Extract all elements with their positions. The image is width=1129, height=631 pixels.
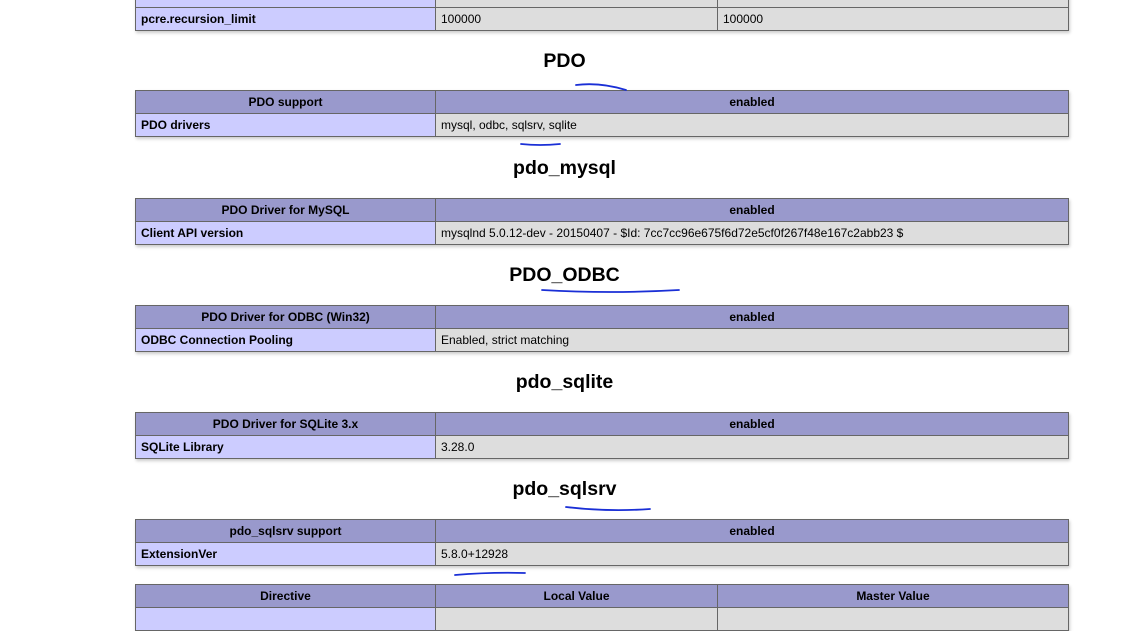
pdo-odbc-title-underline	[541, 289, 680, 293]
pdo-sqlsrv-directives-table: Directive Local Value Master Value	[135, 584, 1069, 631]
table-header-row: PDO Driver for SQLite 3.x enabled	[135, 412, 1069, 436]
header-value: enabled	[435, 519, 1069, 543]
table-row	[135, 607, 1069, 631]
row-value: 3.28.0	[435, 435, 1069, 459]
table-header-row: PDO Driver for ODBC (Win32) enabled	[135, 305, 1069, 329]
row-value: mysqlnd 5.0.12-dev - 20150407 - $Id: 7cc…	[435, 221, 1069, 245]
table-header-row: PDO support enabled	[135, 90, 1069, 114]
row-key: ExtensionVer	[135, 542, 436, 566]
header-value: enabled	[435, 305, 1069, 329]
pdo-sqlsrv-title-underline	[565, 506, 651, 512]
row-key: Client API version	[135, 221, 436, 245]
header-key: PDO support	[135, 90, 436, 114]
local-value-cell	[435, 0, 718, 8]
row-value: 5.8.0+12928	[435, 542, 1069, 566]
directive-header: Directive	[135, 584, 436, 608]
local-value-cell	[435, 607, 718, 631]
master-value-header: Master Value	[717, 584, 1069, 608]
sqlsrv-driver-underline	[520, 143, 561, 146]
pdo-sqlite-table: PDO Driver for SQLite 3.x enabled SQLite…	[135, 412, 1069, 459]
header-value: enabled	[435, 90, 1069, 114]
section-title-pdo-sqlsrv: pdo_sqlsrv	[512, 478, 617, 500]
section-title-pdo: PDO	[543, 50, 586, 72]
master-value-cell	[717, 0, 1069, 8]
pcre-directives-table: pcre.recursion_limit 100000 100000	[135, 0, 1069, 31]
table-header-row: Directive Local Value Master Value	[135, 584, 1069, 608]
row-key: ODBC Connection Pooling	[135, 328, 436, 352]
header-value: enabled	[435, 198, 1069, 222]
pdo-table: PDO support enabled PDO drivers mysql, o…	[135, 90, 1069, 137]
table-row: pcre.recursion_limit 100000 100000	[135, 7, 1069, 31]
header-key: PDO Driver for MySQL	[135, 198, 436, 222]
header-key: pdo_sqlsrv support	[135, 519, 436, 543]
table-header-row: pdo_sqlsrv support enabled	[135, 519, 1069, 543]
section-title-pdo-odbc: PDO_ODBC	[509, 264, 620, 286]
row-key: PDO drivers	[135, 113, 436, 137]
directive-cell	[135, 607, 436, 631]
header-value: enabled	[435, 412, 1069, 436]
table-row	[135, 0, 1069, 8]
table-row: ExtensionVer 5.8.0+12928	[135, 542, 1069, 566]
table-header-row: PDO Driver for MySQL enabled	[135, 198, 1069, 222]
local-value-header: Local Value	[435, 584, 718, 608]
extension-version-underline	[454, 571, 526, 576]
header-key: PDO Driver for ODBC (Win32)	[135, 305, 436, 329]
row-value: mysql, odbc, sqlsrv, sqlite	[435, 113, 1069, 137]
pdo-sqlsrv-table: pdo_sqlsrv support enabled ExtensionVer …	[135, 519, 1069, 566]
row-key: SQLite Library	[135, 435, 436, 459]
directive-cell: pcre.recursion_limit	[135, 7, 436, 31]
header-key: PDO Driver for SQLite 3.x	[135, 412, 436, 436]
pdo-odbc-table: PDO Driver for ODBC (Win32) enabled ODBC…	[135, 305, 1069, 352]
table-row: ODBC Connection Pooling Enabled, strict …	[135, 328, 1069, 352]
master-value-cell: 100000	[717, 7, 1069, 31]
section-title-pdo-sqlite: pdo_sqlite	[515, 371, 614, 393]
table-row: SQLite Library 3.28.0	[135, 435, 1069, 459]
directive-cell	[135, 0, 436, 8]
master-value-cell	[717, 607, 1069, 631]
row-value: Enabled, strict matching	[435, 328, 1069, 352]
pdo-mysql-table: PDO Driver for MySQL enabled Client API …	[135, 198, 1069, 245]
table-row: Client API version mysqlnd 5.0.12-dev - …	[135, 221, 1069, 245]
table-row: PDO drivers mysql, odbc, sqlsrv, sqlite	[135, 113, 1069, 137]
section-title-pdo-mysql: pdo_mysql	[513, 157, 616, 179]
local-value-cell: 100000	[435, 7, 718, 31]
